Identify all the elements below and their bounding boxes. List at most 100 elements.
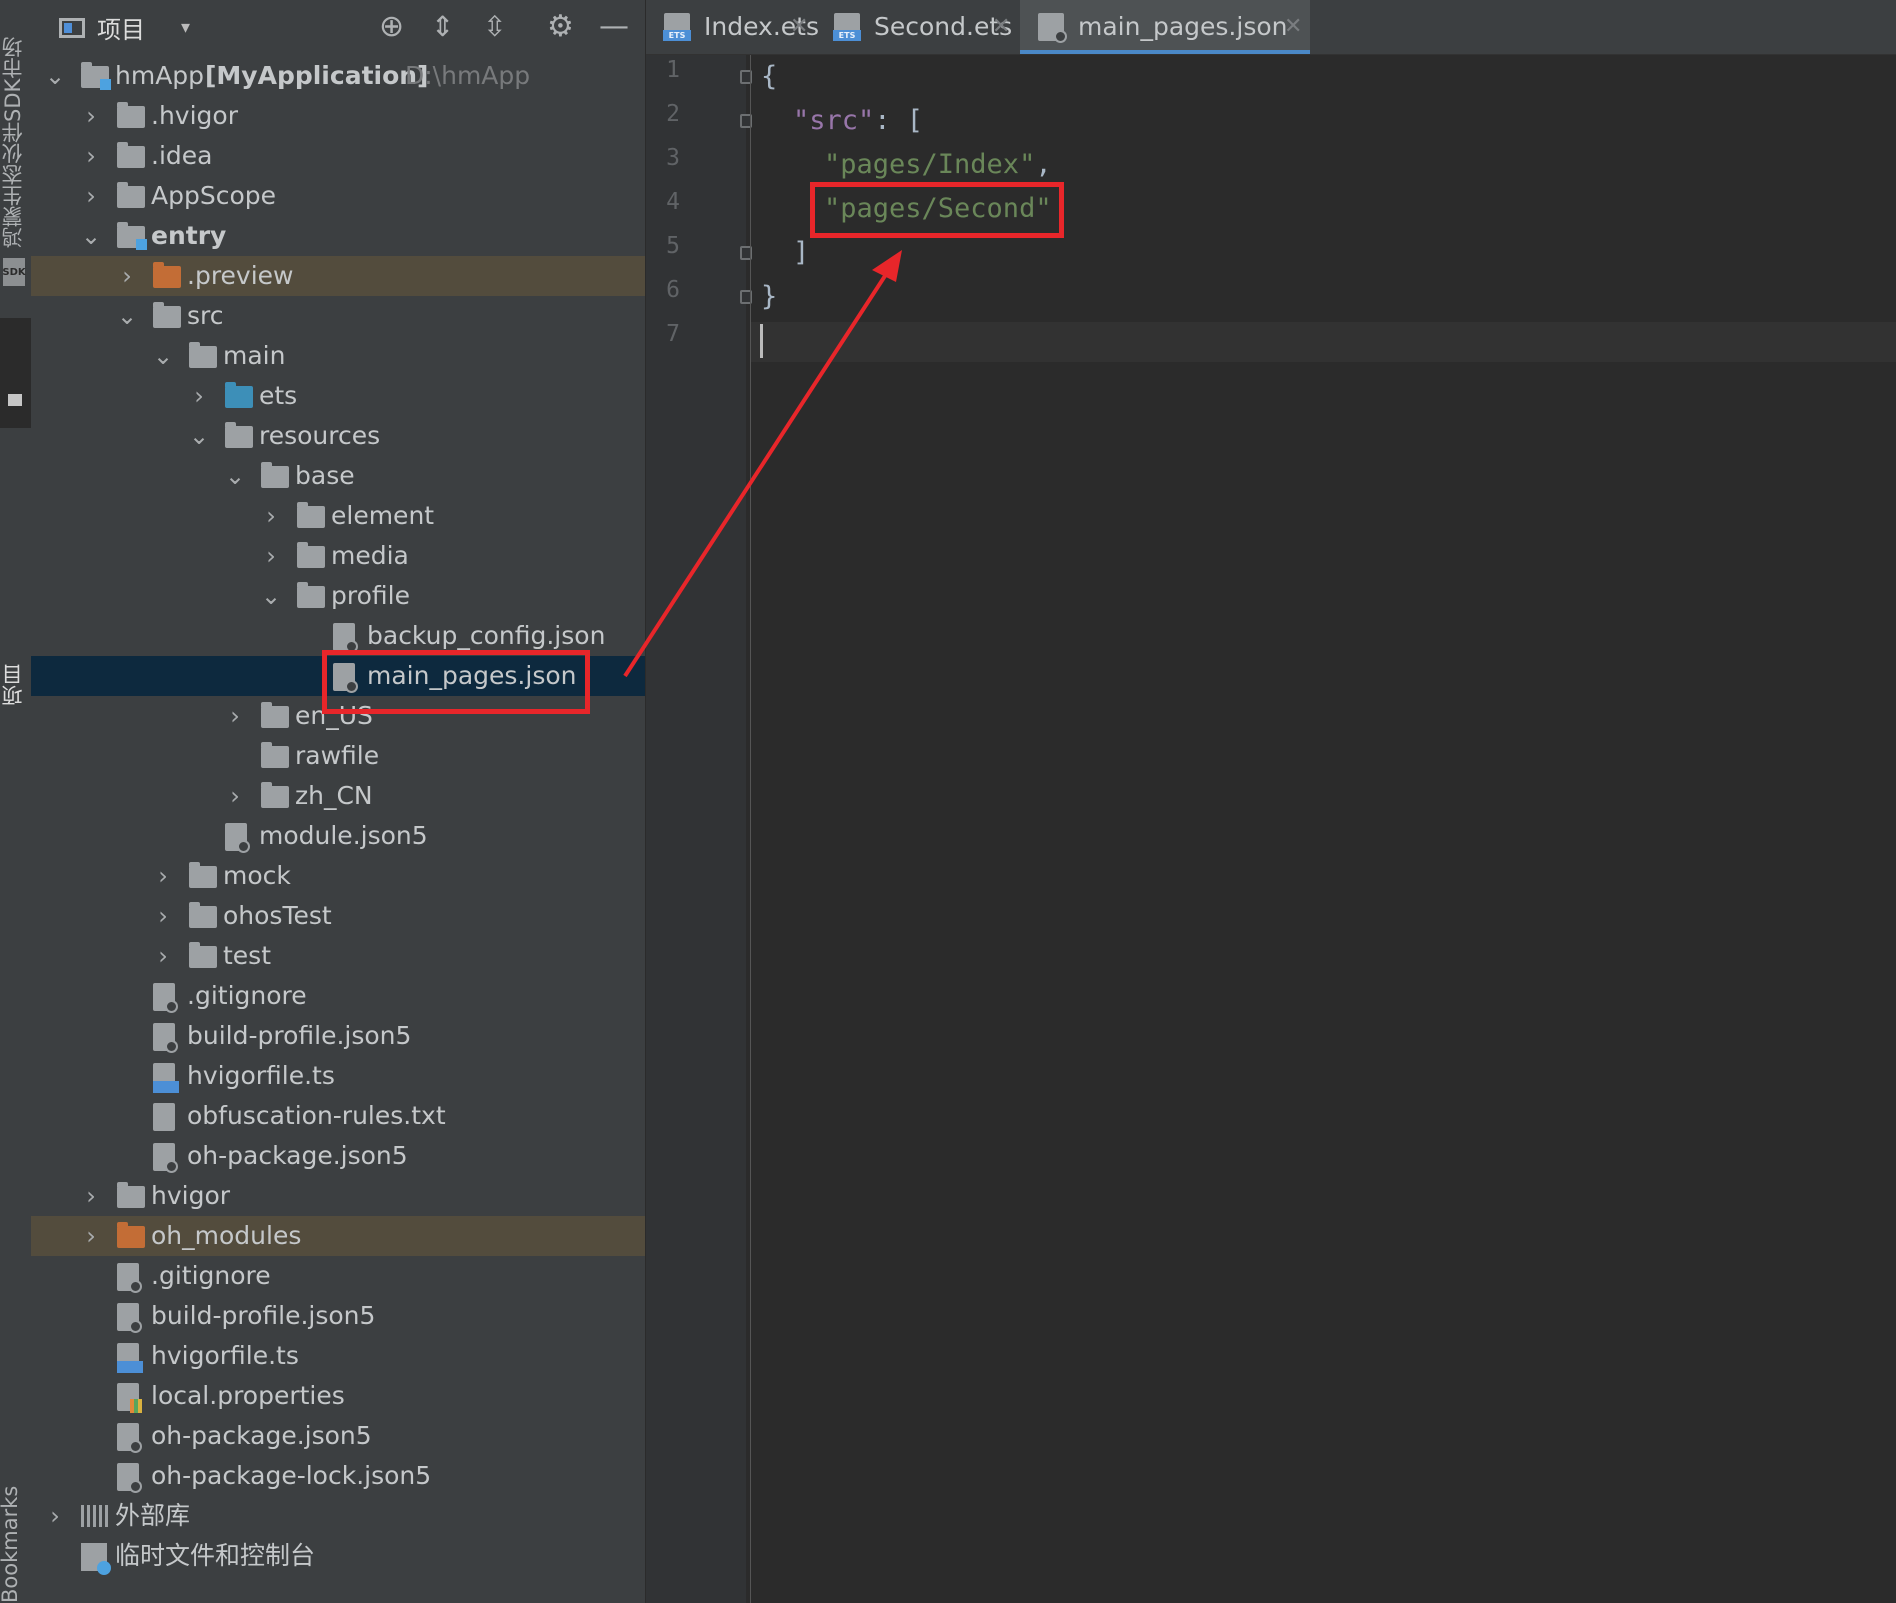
highlight-box-main-pages: [322, 650, 590, 714]
library-icon: [81, 1505, 109, 1527]
tree-item[interactable]: ⌄ resources: [31, 416, 645, 456]
tree-item[interactable]: ⌄ main: [31, 336, 645, 376]
tree-item[interactable]: obfuscation-rules.txt: [31, 1096, 645, 1136]
close-icon[interactable]: ✕: [790, 0, 808, 54]
tree-item-label: oh-package.json5: [151, 1421, 372, 1450]
tree-item[interactable]: 临时文件和控制台: [31, 1536, 645, 1576]
tree-item[interactable]: › .idea: [31, 136, 645, 176]
tree-item[interactable]: .gitignore: [31, 976, 645, 1016]
code-token: ,: [1035, 149, 1052, 180]
chevron-down-icon[interactable]: ⌄: [117, 296, 137, 336]
line-number-gutter: 1 2 3 4 5 6 7: [646, 55, 752, 1603]
chevron-right-icon[interactable]: ›: [225, 696, 245, 736]
tree-item[interactable]: › ets: [31, 376, 645, 416]
folder-icon: [297, 502, 325, 528]
code-line-2: "src": [: [793, 99, 923, 143]
project-tool-tab-label: 项目: [1, 664, 25, 706]
tree-item[interactable]: › hvigor: [31, 1176, 645, 1216]
tree-item-label: rawfile: [295, 741, 380, 770]
tree-item[interactable]: › element: [31, 496, 645, 536]
chevron-down-icon[interactable]: ⌄: [261, 576, 281, 616]
tree-item[interactable]: › .hvigor: [31, 96, 645, 136]
tree-item-label: .gitignore: [187, 981, 307, 1010]
code-token: "src": [793, 105, 875, 136]
gear-icon[interactable]: ⚙: [547, 8, 574, 46]
close-icon[interactable]: ✕: [992, 0, 1010, 54]
tree-item[interactable]: build-profile.json5: [31, 1296, 645, 1336]
chevron-right-icon[interactable]: ›: [81, 96, 101, 136]
chevron-down-icon[interactable]: ⌄: [225, 456, 245, 496]
chevron-down-icon[interactable]: ⌄: [189, 416, 209, 456]
bookmarks-tool-tab[interactable]: Bookmarks: [0, 1486, 22, 1603]
line-number: 1: [666, 57, 680, 83]
chevron-right-icon[interactable]: ›: [153, 936, 173, 976]
folder-icon: [117, 102, 145, 128]
tree-item[interactable]: oh-package.json5: [31, 1416, 645, 1456]
chevron-right-icon[interactable]: ›: [261, 536, 281, 576]
tree-item[interactable]: ⌄ profile: [31, 576, 645, 616]
tree-item[interactable]: ⌄ base: [31, 456, 645, 496]
project-panel-title[interactable]: 项目: [97, 10, 145, 45]
tree-item-label: module.json5: [259, 821, 428, 850]
chevron-right-icon[interactable]: ›: [81, 176, 101, 216]
chevron-right-icon[interactable]: ›: [153, 896, 173, 936]
tree-item[interactable]: › zh_CN: [31, 776, 645, 816]
tree-item[interactable]: build-profile.json5: [31, 1016, 645, 1056]
line-number: 5: [666, 233, 680, 259]
tree-item[interactable]: › test: [31, 936, 645, 976]
tree-item[interactable]: ⌄ src: [31, 296, 645, 336]
tree-item[interactable]: › .preview: [31, 256, 645, 296]
tree-item[interactable]: hvigorfile.ts: [31, 1056, 645, 1096]
tree-item[interactable]: .gitignore: [31, 1256, 645, 1296]
folder-icon: [297, 582, 325, 608]
chevron-right-icon[interactable]: ›: [261, 496, 281, 536]
project-panel-header: 项目 ▾ ⊕ ⇕ ⇳ ⚙ —: [31, 0, 645, 55]
json-file-icon: [117, 1303, 142, 1333]
tree-item[interactable]: oh-package.json5: [31, 1136, 645, 1176]
tree-item[interactable]: oh-package-lock.json5: [31, 1456, 645, 1496]
tree-item[interactable]: › AppScope: [31, 176, 645, 216]
tree-item[interactable]: › ohosTest: [31, 896, 645, 936]
chevron-down-icon[interactable]: ⌄: [81, 216, 101, 256]
tree-item[interactable]: › media: [31, 536, 645, 576]
chevron-down-icon[interactable]: ⌄: [45, 56, 65, 96]
tree-item-label: oh-package-lock.json5: [151, 1461, 432, 1490]
tree-item-label: hvigorfile.ts: [187, 1061, 335, 1090]
chevron-right-icon[interactable]: ›: [81, 1176, 101, 1216]
project-tool-tab[interactable]: 项目: [0, 318, 31, 706]
chevron-right-icon[interactable]: ›: [81, 136, 101, 176]
chevron-right-icon[interactable]: ›: [117, 256, 137, 296]
tree-item[interactable]: hvigorfile.ts: [31, 1336, 645, 1376]
tree-item[interactable]: ⌄ entry: [31, 216, 645, 256]
folder-icon: [117, 182, 145, 208]
chevron-right-icon[interactable]: ›: [153, 856, 173, 896]
chevron-right-icon[interactable]: ›: [45, 1496, 65, 1536]
tab-second-ets[interactable]: Second.ets ✕: [816, 0, 1020, 54]
tree-item[interactable]: local.properties: [31, 1376, 645, 1416]
tree-item[interactable]: › mock: [31, 856, 645, 896]
sdk-badge-icon[interactable]: SDK: [2, 258, 26, 286]
folder-icon: [117, 1182, 145, 1208]
tab-main-pages-json[interactable]: main_pages.json ✕: [1020, 0, 1310, 54]
chevron-right-icon[interactable]: ›: [81, 1216, 101, 1256]
close-icon[interactable]: ✕: [1284, 0, 1302, 54]
line-number: 4: [666, 189, 680, 215]
sdk-market-tool-tab[interactable]: 鸿蒙生态伙伴SDK市场: [0, 18, 28, 248]
minimize-icon[interactable]: —: [599, 8, 629, 46]
chevron-right-icon[interactable]: ›: [225, 776, 245, 816]
tree-item[interactable]: module.json5: [31, 816, 645, 856]
line-number: 7: [666, 321, 680, 347]
tree-item[interactable]: › 外部库: [31, 1496, 645, 1536]
chevron-down-icon[interactable]: ⌄: [153, 336, 173, 376]
tab-index-ets[interactable]: Index.ets ✕: [646, 0, 819, 54]
view-dropdown-icon[interactable]: ▾: [181, 17, 190, 38]
folder-icon: [189, 902, 217, 928]
expand-all-icon[interactable]: ⇕: [431, 8, 454, 46]
chevron-right-icon[interactable]: ›: [189, 376, 209, 416]
tree-item[interactable]: rawfile: [31, 736, 645, 776]
tree-item[interactable]: ⌄ hmApp [MyApplication] D:\hmApp: [31, 56, 645, 96]
target-icon[interactable]: ⊕: [379, 8, 404, 46]
tree-item-label: resources: [259, 421, 381, 450]
collapse-all-icon[interactable]: ⇳: [483, 8, 506, 46]
tree-item[interactable]: › oh_modules: [31, 1216, 645, 1256]
